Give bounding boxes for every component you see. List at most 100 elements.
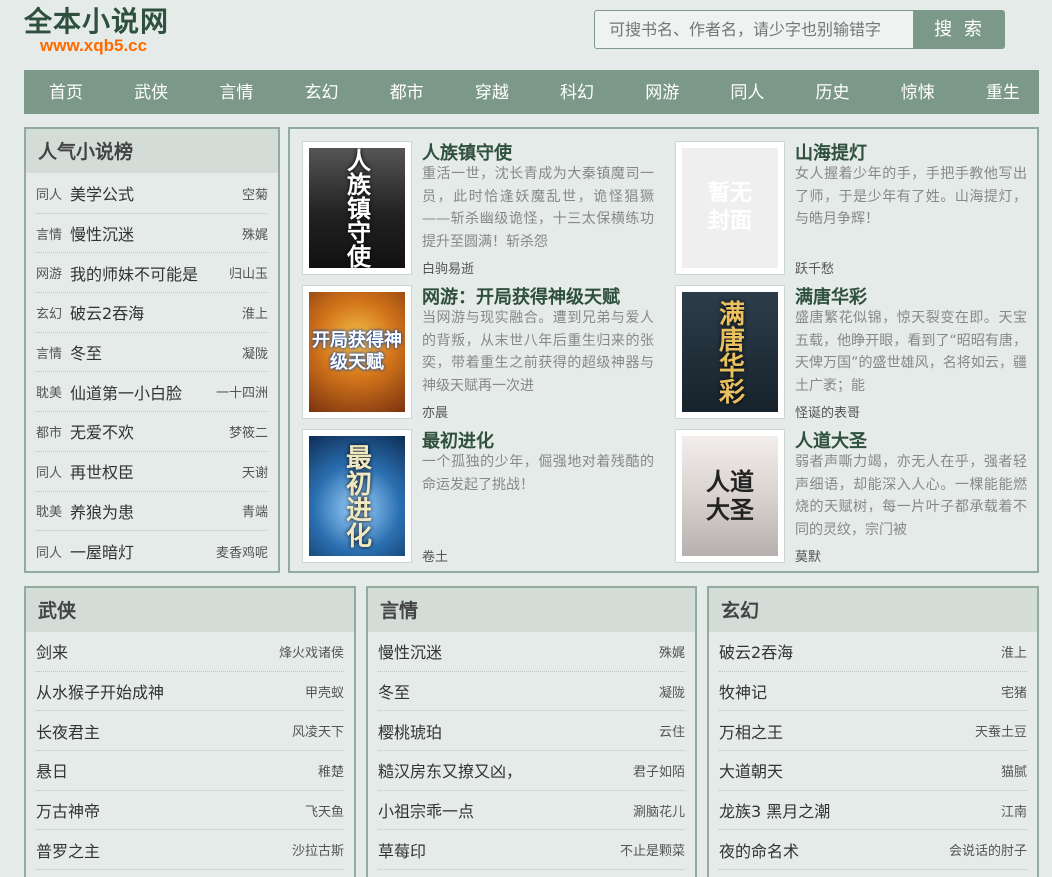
book-title-link[interactable]: 从水猴子开始成神: [36, 679, 301, 703]
author-link[interactable]: 沙拉古斯: [292, 840, 344, 859]
book-title-link[interactable]: 长夜君主: [36, 719, 288, 743]
book-cover[interactable]: 人道大圣: [675, 429, 785, 563]
author-link[interactable]: 稚楚: [318, 761, 344, 780]
nav-item-kehuan[interactable]: 科幻: [560, 70, 594, 114]
book-cover[interactable]: 满唐华彩: [675, 285, 785, 419]
featured-title-link[interactable]: 最初进化: [422, 427, 494, 453]
featured-title-link[interactable]: 满唐华彩: [795, 283, 867, 309]
author-link[interactable]: 殊娓: [242, 224, 268, 243]
author-link[interactable]: 麦香鸡呢: [216, 542, 268, 561]
author-link[interactable]: 天谢: [242, 462, 268, 481]
featured-book: 开局获得神级天赋 网游：开局获得神级天赋 当网游与现实融合。遭到兄弟与爱人的背叛…: [302, 285, 662, 421]
author-link[interactable]: 天蚕土豆: [975, 721, 1027, 740]
author-link[interactable]: 风凌天下: [292, 721, 344, 740]
featured-title-link[interactable]: 人族镇守使: [422, 139, 512, 165]
cover-art: 暂无封面: [682, 148, 778, 268]
list-item: 耽美 仙道第一小白脸 一十四洲: [36, 372, 268, 413]
nav-item-lishi[interactable]: 历史: [816, 70, 850, 114]
author-link[interactable]: 梦筱二: [229, 422, 268, 441]
author-link[interactable]: 凝陇: [659, 682, 685, 701]
author-link[interactable]: 云住: [659, 721, 685, 740]
author-link[interactable]: 江南: [1001, 801, 1027, 820]
nav-item-tongren[interactable]: 同人: [730, 70, 764, 114]
nav-item-chuanyue[interactable]: 穿越: [475, 70, 509, 114]
author-link[interactable]: 烽火戏诸侯: [279, 642, 344, 661]
featured-author[interactable]: 白驹易逝: [422, 258, 474, 277]
featured-description: 女人握着少年的手，手把手教他写出了师，于是少年有了姓。山海提灯，与皓月争辉！: [795, 166, 1027, 227]
featured-title-link[interactable]: 山海提灯: [795, 139, 867, 165]
book-title-link[interactable]: 破云2吞海: [70, 300, 238, 324]
featured-title-link[interactable]: 人道大圣: [795, 427, 867, 453]
book-title-link[interactable]: 糙汉房东又撩又凶，: [378, 758, 629, 782]
author-link[interactable]: 宅猪: [1001, 682, 1027, 701]
nav-item-wangyou[interactable]: 网游: [645, 70, 679, 114]
book-title-link[interactable]: 无爱不欢: [70, 419, 225, 443]
book-title-link[interactable]: 一屋暗灯: [70, 539, 212, 563]
site-title[interactable]: 全本小说网: [24, 0, 169, 40]
nav-item-chongsheng[interactable]: 重生: [986, 70, 1020, 114]
book-title-link[interactable]: 小祖宗乖一点: [378, 798, 629, 822]
book-title-link[interactable]: 养狼为患: [70, 499, 238, 523]
book-cover[interactable]: 人族镇守使: [302, 141, 412, 275]
author-link[interactable]: 殊娓: [659, 642, 685, 661]
category-panel-title[interactable]: 玄幻: [709, 588, 1037, 632]
book-cover[interactable]: 开局获得神级天赋: [302, 285, 412, 419]
featured-author[interactable]: 跃千愁: [795, 258, 834, 277]
book-title-link[interactable]: 仙道第一小白脸: [70, 380, 212, 404]
book-title-link[interactable]: 慢性沉迷: [378, 639, 655, 663]
book-title-link[interactable]: 冬至: [70, 340, 238, 364]
nav-item-yanqing[interactable]: 言情: [219, 70, 253, 114]
book-title-link[interactable]: 悬日: [36, 758, 314, 782]
book-title-link[interactable]: 牧神记: [719, 679, 997, 703]
book-title-link[interactable]: 夜的命名术: [719, 838, 945, 862]
site-url[interactable]: www.xqb5.cc: [40, 36, 147, 56]
book-title-link[interactable]: 万古神帝: [36, 798, 301, 822]
category-label: 玄幻: [36, 306, 63, 322]
nav-item-jingsong[interactable]: 惊悚: [901, 70, 935, 114]
author-link[interactable]: 猫腻: [1001, 761, 1027, 780]
featured-title-link[interactable]: 网游：开局获得神级天赋: [422, 283, 620, 309]
book-cover[interactable]: 最初进化: [302, 429, 412, 563]
author-link[interactable]: 会说话的肘子: [949, 840, 1027, 859]
popular-panel: 人气小说榜 同人 美学公式 空菊 言情 慢性沉迷 殊娓 网游 我的师妹不可能是 归山玉 玄幻…: [24, 127, 280, 573]
featured-author[interactable]: 莫默: [795, 546, 821, 565]
author-link[interactable]: 凝陇: [242, 343, 268, 362]
author-link[interactable]: 归山玉: [229, 263, 268, 282]
book-title-link[interactable]: 美学公式: [70, 181, 238, 205]
book-title-link[interactable]: 剑来: [36, 639, 275, 663]
author-link[interactable]: 空菊: [242, 184, 268, 203]
author-link[interactable]: 飞天鱼: [305, 801, 344, 820]
search-input[interactable]: [594, 10, 914, 49]
category-panel-title[interactable]: 言情: [368, 588, 695, 632]
featured-author[interactable]: 卷土: [422, 546, 448, 565]
book-title-link[interactable]: 龙族3 黑月之潮: [719, 798, 997, 822]
author-link[interactable]: 不止是颗菜: [620, 840, 685, 859]
nav-item-home[interactable]: 首页: [49, 70, 83, 114]
book-title-link[interactable]: 普罗之主: [36, 838, 288, 862]
book-title-link[interactable]: 大道朝天: [719, 758, 997, 782]
book-title-link[interactable]: 我的师妹不可能是: [70, 261, 225, 285]
author-link[interactable]: 甲壳蚁: [305, 682, 344, 701]
nav-item-xuanhuan[interactable]: 玄幻: [305, 70, 339, 114]
author-link[interactable]: 淮上: [242, 303, 268, 322]
book-title-link[interactable]: 樱桃琥珀: [378, 719, 655, 743]
book-title-link[interactable]: 再世权臣: [70, 459, 238, 483]
book-title-link[interactable]: 万相之王: [719, 719, 971, 743]
book-title-link[interactable]: 破云2吞海: [719, 639, 997, 663]
author-link[interactable]: 青端: [242, 501, 268, 520]
book-cover[interactable]: 暂无封面: [675, 141, 785, 275]
nav-item-wuxia[interactable]: 武侠: [134, 70, 168, 114]
category-label: 都市: [36, 425, 63, 441]
featured-author[interactable]: 怪诞的表哥: [795, 402, 860, 421]
nav-item-dushi[interactable]: 都市: [390, 70, 424, 114]
author-link[interactable]: 淮上: [1001, 642, 1027, 661]
book-title-link[interactable]: 慢性沉迷: [70, 221, 238, 245]
book-title-link[interactable]: 冬至: [378, 679, 655, 703]
book-title-link[interactable]: 草莓印: [378, 838, 616, 862]
author-link[interactable]: 一十四洲: [216, 382, 268, 401]
category-panel-title[interactable]: 武侠: [26, 588, 354, 632]
search-button[interactable]: 搜 索: [914, 10, 1005, 49]
author-link[interactable]: 涮脑花儿: [633, 801, 685, 820]
author-link[interactable]: 君子如陌: [633, 761, 685, 780]
featured-author[interactable]: 亦晨: [422, 402, 448, 421]
